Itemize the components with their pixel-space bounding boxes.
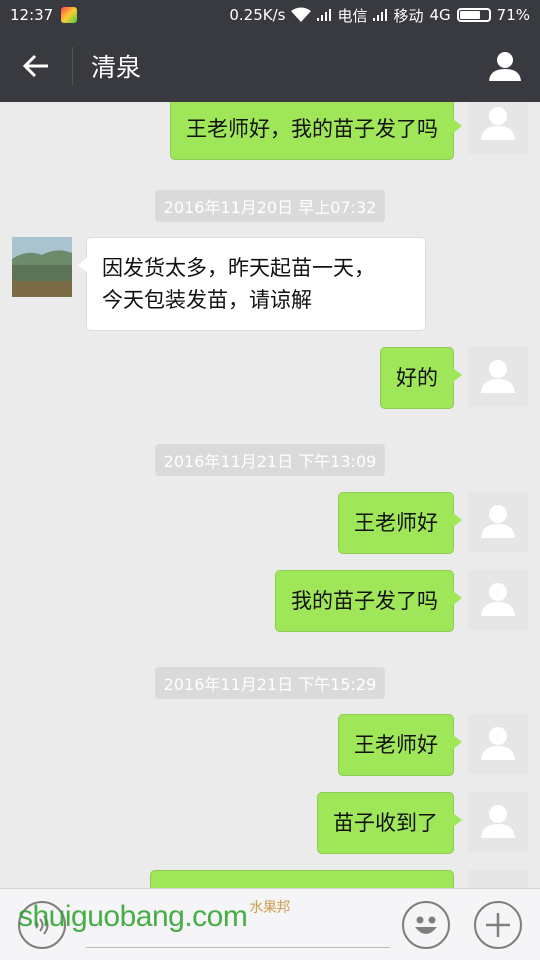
battery-icon (456, 8, 491, 22)
message-bubble-sent[interactable]: 王老师好，我的苗子发了吗 (170, 102, 462, 160)
default-avatar-icon (481, 727, 515, 760)
plus-icon (486, 913, 510, 937)
battery-fill (459, 11, 480, 19)
message-bubble-partial[interactable] (150, 870, 454, 888)
default-avatar-icon (481, 583, 515, 616)
message-text: 王老师好 (354, 511, 438, 535)
more-button[interactable] (474, 901, 522, 949)
default-avatar-icon (481, 107, 515, 140)
message-input[interactable] (86, 947, 390, 948)
message-bubble-sent[interactable]: 苗子收到了 (317, 792, 462, 854)
chat-title: 清泉 (91, 53, 142, 82)
message-bubble-received[interactable]: 因发货太多，昨天起苗一天， 今天包装发苗，请谅解 (78, 237, 426, 331)
my-avatar[interactable] (468, 870, 528, 888)
network-type: 4G (429, 6, 451, 24)
app-notification-icon (61, 7, 78, 23)
message-bubble-sent[interactable]: 好的 (380, 347, 462, 409)
timestamp: 2016年11月20日 早上07:32 (0, 190, 540, 222)
default-avatar-icon (481, 360, 515, 393)
my-avatar[interactable] (468, 102, 528, 154)
signal-icon-1 (317, 9, 332, 21)
message-bubble-sent[interactable]: 我的苗子发了吗 (275, 570, 462, 632)
timestamp-label: 2016年11月21日 下午13:09 (154, 444, 386, 476)
watermark-text: shuiguobang.com (18, 900, 248, 933)
message-text: 王老师好，我的苗子发了吗 (186, 117, 438, 141)
battery-percent: 71% (496, 6, 530, 24)
carrier-1: 电信 (337, 6, 368, 25)
message-bubble-sent[interactable]: 王老师好 (338, 492, 462, 554)
chat-area[interactable]: 王老师好，我的苗子发了吗 2016年11月20日 早上07:32 因发货太多，昨… (0, 102, 540, 888)
message-text-line-1: 因发货太多，昨天起苗一天， (102, 256, 375, 280)
timestamp-label: 2016年11月21日 下午15:29 (154, 667, 386, 699)
landscape-photo-icon (12, 237, 72, 297)
network-speed: 0.25K/s (229, 6, 286, 24)
timestamp: 2016年11月21日 下午15:29 (0, 667, 540, 699)
chat-header: 清泉 (0, 30, 540, 102)
timestamp: 2016年11月21日 下午13:09 (0, 444, 540, 476)
status-time: 12:37 (10, 6, 54, 24)
arrow-left-icon (22, 54, 48, 78)
chat-info-button[interactable] (470, 30, 540, 102)
message-text: 我的苗子发了吗 (291, 589, 438, 613)
timestamp-label: 2016年11月20日 早上07:32 (154, 190, 386, 222)
watermark: shuiguobang.com 水果邦 (18, 900, 290, 934)
watermark-cn: 水果邦 (249, 900, 290, 916)
emoji-button[interactable] (402, 901, 450, 949)
my-avatar[interactable] (468, 792, 528, 852)
wifi-icon (291, 7, 312, 22)
default-avatar-icon (481, 505, 515, 538)
contact-avatar[interactable] (12, 237, 72, 297)
message-bubble-sent[interactable]: 王老师好 (338, 714, 462, 776)
header-divider (72, 47, 73, 85)
my-avatar[interactable] (468, 347, 528, 407)
smiley-icon (415, 916, 437, 934)
person-icon (489, 52, 521, 81)
signal-icon-2 (373, 9, 388, 21)
default-avatar-icon (481, 805, 515, 838)
back-button[interactable] (0, 30, 72, 102)
my-avatar[interactable] (468, 714, 528, 774)
my-avatar[interactable] (468, 570, 528, 630)
message-text: 好的 (396, 366, 438, 390)
message-text: 苗子收到了 (333, 811, 438, 835)
message-text: 王老师好 (354, 733, 438, 757)
my-avatar[interactable] (468, 492, 528, 552)
message-text-line-2: 今天包装发苗，请谅解 (102, 288, 312, 312)
carrier-2: 移动 (393, 6, 424, 25)
status-bar: 12:37 0.25K/s 电信 移动 4G 71% (0, 0, 540, 30)
